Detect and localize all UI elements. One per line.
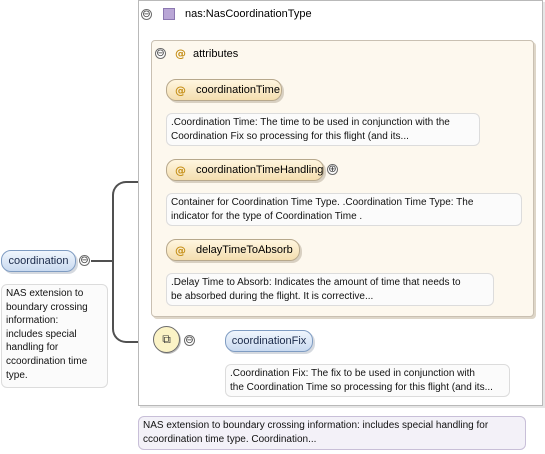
attribute-coordination-time[interactable]: @ coordinationTime xyxy=(166,79,282,101)
description-line: ccoordination time type. Coordination... xyxy=(143,433,317,445)
attribute-at-icon: @ xyxy=(175,163,186,177)
attribute-description: .Delay Time to Absorb: Indicates the amo… xyxy=(166,273,494,306)
element-description: .Coordination Fix: The fix to be used in… xyxy=(225,364,510,397)
sequence-icon[interactable]: ⧉ xyxy=(153,326,180,353)
description-line: information: xyxy=(6,315,59,327)
type-collapse-button[interactable]: ⊖ xyxy=(141,9,152,20)
attributes-collapse-button[interactable]: ⊖ xyxy=(155,48,166,59)
element-coordination-fix[interactable]: coordinationFix xyxy=(225,330,313,352)
description-line: Container for Coordination Time Type. .C… xyxy=(171,197,474,208)
attributes-label: attributes xyxy=(193,48,239,60)
attribute-name: delayTimeToAbsorb xyxy=(196,244,293,256)
description-line: handling for xyxy=(6,342,59,354)
description-line: NAS extension to xyxy=(6,288,84,299)
complex-type-icon xyxy=(163,8,175,20)
attribute-at-icon: @ xyxy=(175,83,186,97)
description-line: Coordination Fix so processing for this … xyxy=(171,130,409,142)
description-line: type. xyxy=(6,369,28,381)
element-name: coordinationFix xyxy=(231,335,307,347)
element-name: coordination xyxy=(8,255,69,267)
attributes-at-icon: @ xyxy=(175,47,186,60)
description-line: boundary crossing xyxy=(6,301,88,313)
description-line: the Coordination Time so processing for … xyxy=(230,381,493,393)
attribute-expand-button[interactable]: ⊕ xyxy=(327,164,338,175)
description-line: indicator for the type of Coordination T… xyxy=(171,210,363,222)
attribute-description: .Coordination Time: The time to be used … xyxy=(166,113,480,146)
attribute-at-icon: @ xyxy=(175,243,186,257)
type-title: nas:NasCoordinationType xyxy=(185,8,312,20)
attribute-description: Container for Coordination Time Type. .C… xyxy=(166,193,522,226)
type-description: NAS extension to boundary crossing infor… xyxy=(138,416,526,450)
description-line: be absorbed during the flight. It is cor… xyxy=(171,290,374,302)
attribute-delay-time-to-absorb[interactable]: @ delayTimeToAbsorb xyxy=(166,239,300,261)
element-collapse-button[interactable]: ⊖ xyxy=(79,255,90,266)
description-line: .Delay Time to Absorb: Indicates the amo… xyxy=(171,277,461,288)
connector-branch-curve xyxy=(112,181,128,343)
attribute-name: coordinationTimeHandling xyxy=(196,164,324,176)
description-line: NAS extension to boundary crossing infor… xyxy=(143,420,489,431)
connector-root-to-branch xyxy=(91,260,113,262)
element-description: NAS extension to boundary crossing infor… xyxy=(1,284,108,388)
description-line: ccoordination time xyxy=(6,355,88,367)
sequence-collapse-button[interactable]: ⊖ xyxy=(184,335,195,346)
attribute-name: coordinationTime xyxy=(196,84,280,96)
description-line: .Coordination Fix: The fix to be used in… xyxy=(230,368,475,379)
attribute-coordination-time-handling[interactable]: @ coordinationTimeHandling xyxy=(166,159,324,181)
description-line: .Coordination Time: The time to be used … xyxy=(171,117,450,128)
element-coordination[interactable]: coordination xyxy=(1,250,76,272)
description-line: includes special xyxy=(6,328,77,340)
